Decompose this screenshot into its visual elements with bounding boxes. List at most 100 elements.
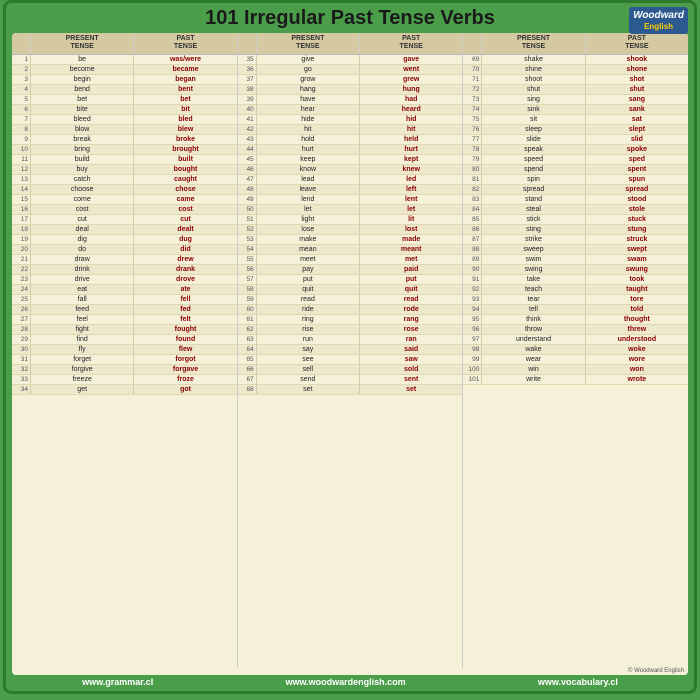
present-tense: cost xyxy=(30,205,133,214)
columns-container: PRESENTTENSEPASTTENSE1bewas/were2becomeb… xyxy=(12,33,688,668)
past-tense: built xyxy=(133,155,236,164)
present-tense: get xyxy=(30,385,133,394)
row-number: 22 xyxy=(12,266,30,273)
present-tense: swim xyxy=(481,255,584,264)
row-number: 42 xyxy=(238,126,256,133)
past-tense: flew xyxy=(133,345,236,354)
table-row: 43holdheld xyxy=(238,135,463,145)
past-tense: chose xyxy=(133,185,236,194)
row-number: 95 xyxy=(463,316,481,323)
table-row: 41hidehid xyxy=(238,115,463,125)
past-tense: blew xyxy=(133,125,236,134)
table-row: 16costcost xyxy=(12,205,237,215)
row-number: 56 xyxy=(238,266,256,273)
present-tense: quit xyxy=(256,285,359,294)
table-row: 84stealstole xyxy=(463,205,688,215)
table-row: 28fightfought xyxy=(12,325,237,335)
row-number: 97 xyxy=(463,336,481,343)
past-tense: cost xyxy=(133,205,236,214)
past-tense: saw xyxy=(359,355,462,364)
table-row: 34getgot xyxy=(12,385,237,395)
row-number: 30 xyxy=(12,346,30,353)
past-tense: began xyxy=(133,75,236,84)
row-number: 21 xyxy=(12,256,30,263)
row-number: 101 xyxy=(463,376,481,383)
present-tense: steal xyxy=(481,205,584,214)
table-row: 75sitsat xyxy=(463,115,688,125)
table-row: 66sellsold xyxy=(238,365,463,375)
past-tense: sat xyxy=(585,115,688,124)
past-tense: kept xyxy=(359,155,462,164)
table-row: 95thinkthought xyxy=(463,315,688,325)
table-row: 38hanghung xyxy=(238,85,463,95)
past-tense: spread xyxy=(585,185,688,194)
col-header-1: PRESENTTENSEPASTTENSE xyxy=(12,33,237,55)
row-number: 61 xyxy=(238,316,256,323)
table-row: 68setset xyxy=(238,385,463,395)
present-tense: blow xyxy=(30,125,133,134)
col-header-3: PRESENTTENSEPASTTENSE xyxy=(463,33,688,55)
row-number: 12 xyxy=(12,166,30,173)
present-tense: bend xyxy=(30,85,133,94)
row-number: 34 xyxy=(12,386,30,393)
past-tense: sent xyxy=(359,375,462,384)
table-row: 99wearwore xyxy=(463,355,688,365)
row-number: 92 xyxy=(463,286,481,293)
table-row: 27feelfelt xyxy=(12,315,237,325)
present-tense: lose xyxy=(256,225,359,234)
row-number: 10 xyxy=(12,146,30,153)
row-number: 19 xyxy=(12,236,30,243)
row-number: 31 xyxy=(12,356,30,363)
copyright-row: © Woodward English xyxy=(12,668,688,675)
past-tense: made xyxy=(359,235,462,244)
past-tense: shut xyxy=(585,85,688,94)
present-tense: know xyxy=(256,165,359,174)
row-number: 51 xyxy=(238,216,256,223)
row-number: 83 xyxy=(463,196,481,203)
table-row: 40hearheard xyxy=(238,105,463,115)
table-row: 6bitebit xyxy=(12,105,237,115)
present-tense: hide xyxy=(256,115,359,124)
present-tense: buy xyxy=(30,165,133,174)
past-tense: understood xyxy=(585,335,688,344)
past-tense: sold xyxy=(359,365,462,374)
past-tense: knew xyxy=(359,165,462,174)
rows-area-2: 35givegave36gowent37growgrew38hanghung39… xyxy=(238,55,463,668)
past-tense: rang xyxy=(359,315,462,324)
table-row: 26feedfed xyxy=(12,305,237,315)
present-header-1: PRESENTTENSE xyxy=(30,33,133,54)
table-row: 53makemade xyxy=(238,235,463,245)
table-row: 55meetmet xyxy=(238,255,463,265)
row-number: 68 xyxy=(238,386,256,393)
present-tense: think xyxy=(481,315,584,324)
past-tense: dug xyxy=(133,235,236,244)
past-tense: drank xyxy=(133,265,236,274)
footer-link-2: www.woodwardenglish.com xyxy=(285,677,405,687)
present-tense: slide xyxy=(481,135,584,144)
row-number: 64 xyxy=(238,346,256,353)
table-row: 69shakeshook xyxy=(463,55,688,65)
logo-woodward: Woodward xyxy=(633,9,684,22)
past-tense: lent xyxy=(359,195,462,204)
table-row: 72shutshut xyxy=(463,85,688,95)
present-tense: bleed xyxy=(30,115,133,124)
row-number: 77 xyxy=(463,136,481,143)
present-tense: build xyxy=(30,155,133,164)
row-number: 33 xyxy=(12,376,30,383)
table-row: 73singsang xyxy=(463,95,688,105)
row-number: 86 xyxy=(463,226,481,233)
past-tense: quit xyxy=(359,285,462,294)
table-row: 14choosechose xyxy=(12,185,237,195)
table-row: 17cutcut xyxy=(12,215,237,225)
present-tense: sweep xyxy=(481,245,584,254)
table-row: 35givegave xyxy=(238,55,463,65)
present-tense: sleep xyxy=(481,125,584,134)
table-row: 24eatate xyxy=(12,285,237,295)
table-row: 79speedsped xyxy=(463,155,688,165)
table-row: 1bewas/were xyxy=(12,55,237,65)
past-tense: drove xyxy=(133,275,236,284)
present-tense: forgive xyxy=(30,365,133,374)
present-tense: rise xyxy=(256,325,359,334)
past-tense: spoke xyxy=(585,145,688,154)
past-tense: held xyxy=(359,135,462,144)
